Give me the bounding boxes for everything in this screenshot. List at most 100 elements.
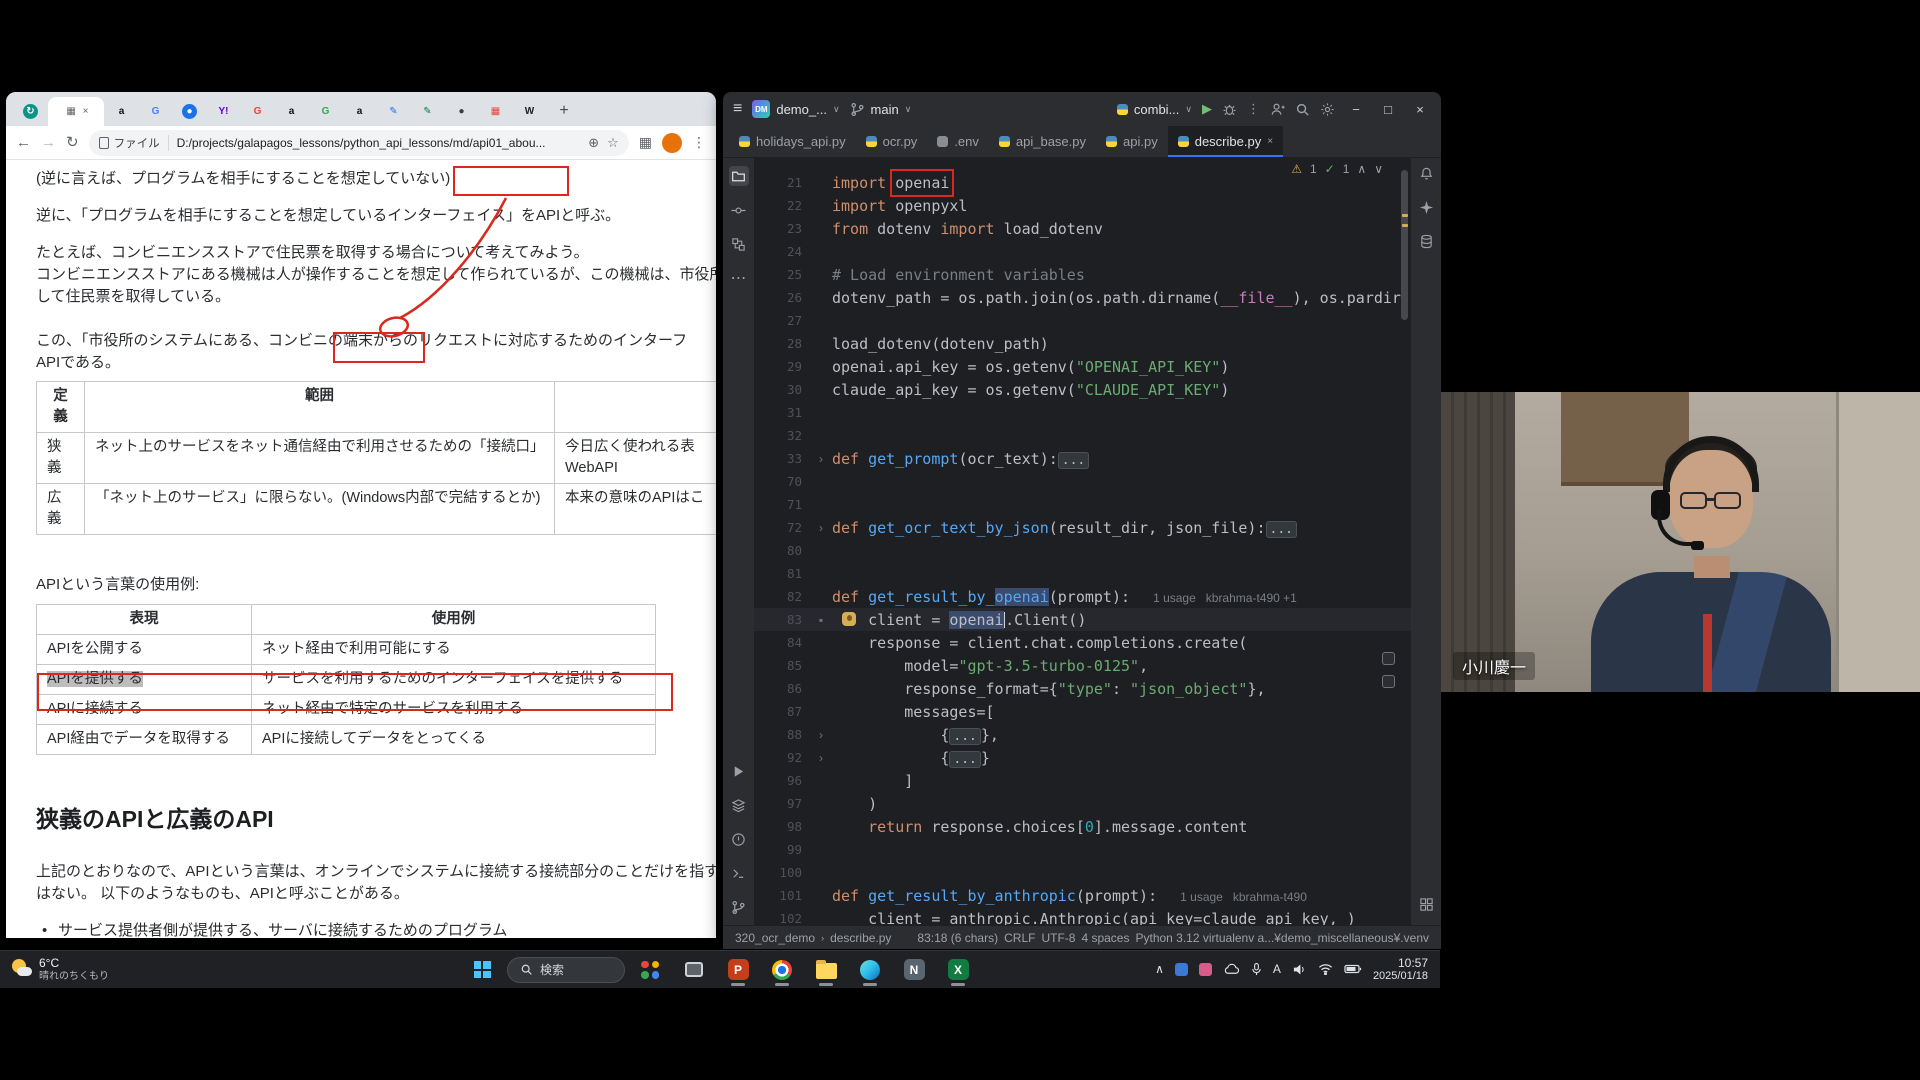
browser-tab[interactable]: ✎ [377,97,410,126]
code-line[interactable]: 24 [754,240,1411,263]
code-line[interactable]: 87 messages=[ [754,700,1411,723]
ai-assistant-icon[interactable] [1419,200,1434,220]
breadcrumb-file[interactable]: describe.py [830,931,891,945]
editor-tab[interactable]: .env [927,126,989,157]
prev-problem-icon[interactable]: ∧ [1357,162,1366,176]
code-line[interactable]: 22import openpyxl [754,194,1411,217]
gutter-icon[interactable]: ▪ [810,613,832,627]
browser-tab[interactable]: G [139,97,172,126]
microphone-icon[interactable] [1251,962,1262,977]
editor-tab[interactable]: holidays_api.py [729,126,856,157]
zoom-icon[interactable]: ⊕ [588,135,599,151]
file-protocol-chip[interactable]: ファイル [99,135,169,151]
breadcrumb-module[interactable]: 320_ocr_demo [735,931,815,945]
code-line[interactable]: 25# Load environment variables [754,263,1411,286]
browser-tab[interactable]: Y! [207,97,240,126]
project-widget[interactable]: DM demo_... ∨ [752,100,839,118]
notifications-bell-icon[interactable] [1419,166,1434,186]
editor-tab[interactable]: describe.py× [1168,126,1283,157]
indent-setting[interactable]: 4 spaces [1081,931,1129,945]
start-button[interactable] [463,953,501,987]
branch-widget[interactable]: main ∨ [850,102,912,117]
code-line[interactable]: 29openai.api_key = os.getenv("OPENAI_API… [754,355,1411,378]
minimize-button[interactable]: − [1345,102,1367,117]
git-tool-icon[interactable] [729,897,749,917]
code-line[interactable]: 99 [754,838,1411,861]
structure-tool-icon[interactable] [729,234,749,254]
code-line[interactable]: 101def get_result_by_anthropic(prompt): … [754,884,1411,907]
tab-close-icon[interactable]: × [1267,136,1273,147]
run-tool-icon[interactable] [729,761,749,781]
database-tool-icon[interactable] [1419,234,1434,254]
line-ending[interactable]: CRLF [1004,931,1035,945]
settings-gear-icon[interactable] [1320,102,1335,117]
editor-scrollbar[interactable] [1400,158,1409,925]
taskbar-app-file-explorer[interactable] [807,953,845,987]
browser-tab[interactable]: ● [173,97,206,126]
editor-inline-mark[interactable] [1382,652,1395,665]
code-line[interactable]: 23from dotenv import load_dotenv [754,217,1411,240]
services-tool-icon[interactable] [729,795,749,815]
extensions-icon[interactable]: ▦ [639,134,652,151]
problems-tool-icon[interactable] [729,829,749,849]
code-line[interactable]: 32 [754,424,1411,447]
code-line[interactable]: 98 return response.choices[0].message.co… [754,815,1411,838]
code-line[interactable]: 82def get_result_by_openai(prompt): 1 us… [754,585,1411,608]
bookmark-star-icon[interactable]: ☆ [607,135,619,151]
taskbar-app-edge[interactable] [851,953,889,987]
debug-button[interactable] [1222,102,1237,117]
wifi-icon[interactable] [1318,963,1333,975]
code-line[interactable]: 102 client = anthropic.Anthropic(api_key… [754,907,1411,925]
taskbar-search[interactable]: 検索 [507,957,625,983]
code-line[interactable]: 97 ) [754,792,1411,815]
code-line[interactable]: 100 [754,861,1411,884]
editor-inline-mark[interactable] [1382,675,1395,688]
run-config-widget[interactable]: combi... ∨ [1117,102,1192,117]
inspection-widget[interactable]: ⚠ 1 ✓ 1 ∧ ∨ [1291,162,1383,176]
forward-icon[interactable]: → [41,135,56,150]
close-button[interactable]: × [1409,102,1431,117]
browser-tab[interactable]: G [309,97,342,126]
volume-icon[interactable] [1292,963,1307,976]
code-with-me-icon[interactable] [1270,102,1285,117]
code-line[interactable]: 88› {...}, [754,723,1411,746]
code-line[interactable]: 86 response_format={"type": "json_object… [754,677,1411,700]
fold-marker-icon[interactable]: › [810,521,832,535]
caret-position[interactable]: 83:18 (6 chars) [917,931,998,945]
tray-app-icon[interactable] [1175,963,1188,976]
browser-tab[interactable]: ▦ [479,97,512,126]
code-line[interactable]: 80 [754,539,1411,562]
search-everywhere-icon[interactable] [1295,102,1310,117]
more-actions-icon[interactable]: ⋮ [1247,101,1260,117]
code-line[interactable]: 84 response = client.chat.completions.cr… [754,631,1411,654]
tray-app-icon[interactable] [1199,963,1212,976]
browser-tab[interactable]: ▦× [48,97,104,126]
code-line[interactable]: 33›def get_prompt(ocr_text):... [754,447,1411,470]
browser-tab[interactable]: a [105,97,138,126]
taskbar-app-task-view[interactable] [675,953,713,987]
code-line[interactable]: 26dotenv_path = os.path.join(os.path.dir… [754,286,1411,309]
code-line[interactable]: 83▪ client = openai.Client() [754,608,1411,631]
taskbar-app-chrome[interactable] [763,953,801,987]
code-line[interactable]: 92› {...} [754,746,1411,769]
profile-avatar[interactable] [662,133,682,153]
browser-tab[interactable]: W [513,97,546,126]
browser-menu-icon[interactable]: ⋮ [692,134,706,151]
battery-icon[interactable] [1344,964,1362,974]
onedrive-cloud-icon[interactable] [1223,963,1240,975]
browser-tab[interactable]: G [241,97,274,126]
code-line[interactable]: 30claude_api_key = os.getenv("CLAUDE_API… [754,378,1411,401]
plugins-tool-icon[interactable] [1419,897,1434,917]
browser-tab[interactable]: ● [445,97,478,126]
code-line[interactable]: 81 [754,562,1411,585]
ime-indicator[interactable]: A [1273,962,1281,976]
reload-icon[interactable]: ↻ [66,135,79,150]
new-tab-button[interactable]: + [551,98,577,124]
fold-marker-icon[interactable]: › [810,452,832,466]
maximize-button[interactable]: □ [1377,102,1399,117]
tray-overflow-chevron-icon[interactable]: ∧ [1155,962,1164,976]
taskbar-app-excel[interactable]: X [939,953,977,987]
taskbar-app-powerpoint[interactable]: P [719,953,757,987]
project-tool-icon[interactable] [729,166,749,186]
taskbar-app-colorful-app[interactable] [631,953,669,987]
